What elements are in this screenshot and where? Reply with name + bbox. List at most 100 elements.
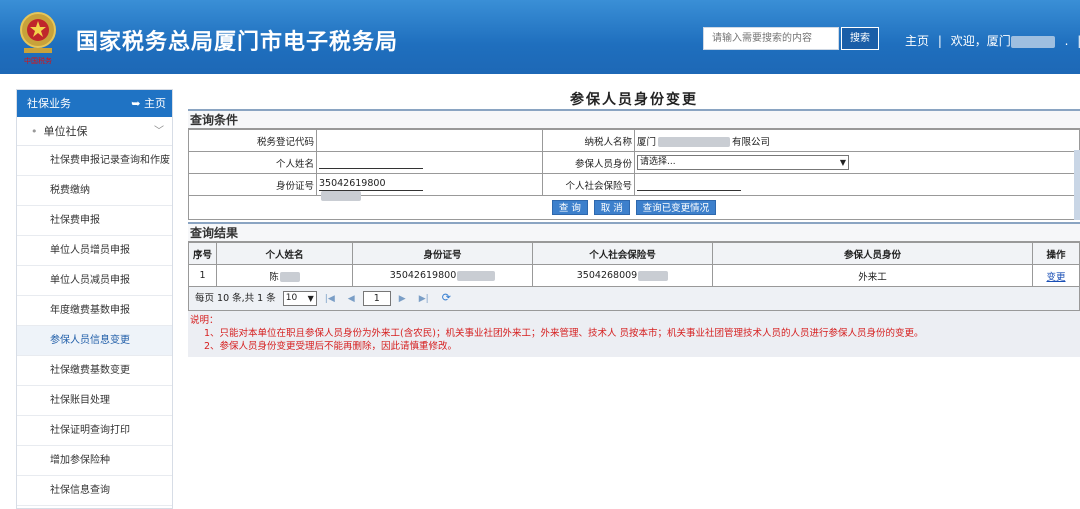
redacted-block [658, 137, 731, 147]
svg-text:中国税务: 中国税务 [24, 56, 52, 65]
sidebar-item[interactable]: 社保费申报 [17, 206, 172, 236]
notes-title: 说明： [190, 315, 219, 326]
sidebar-header: 社保业务 ➥ 主页 [17, 90, 172, 117]
id-no-cell: 35042619800 [316, 173, 543, 201]
column-header: 序号 [188, 242, 217, 265]
column-header: 参保人员身份 [712, 242, 1033, 265]
redacted-block [1010, 35, 1055, 48]
redacted-block [279, 272, 300, 282]
cancel-button[interactable]: 取 消 [593, 200, 630, 215]
taxpayer-name-label: 纳税人名称 [542, 129, 635, 152]
query-button[interactable]: 查 询 [551, 200, 588, 215]
sidebar-home-label: 主页 [144, 97, 166, 110]
note-item: 2、参保人员身份变更受理后不能再删除，因此请慎重修改。 [204, 341, 458, 352]
identity-select-value: 请选择... [640, 157, 676, 167]
taxpayer-name-value: 厦门 有限公司 [634, 129, 1080, 152]
pager: 每页 10 条,共 1 条 10 ▼ |◀ ◀ 1 ▶ ▶| ⟳ [188, 287, 1080, 311]
chevron-down-icon: ﹀ [154, 126, 164, 137]
site-title: 国家税务总局厦门市电子税务局 [76, 30, 399, 55]
page-number-input[interactable]: 1 [362, 291, 391, 306]
sidebar-item[interactable]: 年度缴费基数申报 [17, 296, 172, 326]
page-title: 参保人员身份变更 [188, 89, 1080, 111]
page-size-select[interactable]: 10 ▼ [282, 291, 317, 306]
table-header-row: 序号 个人姓名 身份证号 个人社会保险号 参保人员身份 操作 [188, 242, 1080, 265]
sidebar-item[interactable]: 税费缴纳 [17, 176, 172, 206]
chevron-down-icon: ▼ [307, 294, 314, 303]
sidebar-item[interactable]: 社保费申报记录查询和作废 [17, 146, 172, 176]
id-no-input[interactable]: 35042619800 [319, 178, 423, 201]
next-page-icon[interactable]: ▶ [399, 288, 406, 310]
identity-cell: 请选择... ▼ [634, 151, 1080, 174]
cell-ss-no-text: 35042680​09 [576, 270, 638, 281]
sidebar-item[interactable]: 单位人员减员申报 [17, 266, 172, 296]
person-name-cell [316, 151, 543, 174]
prev-page-icon[interactable]: ◀ [348, 288, 355, 310]
query-section-title: 查询条件 [188, 111, 1080, 129]
search-input[interactable] [703, 27, 839, 50]
table-row: 1 陈 35042619800 35042680​09 外来工 变更 [188, 264, 1080, 287]
taxpayer-name-prefix: 厦门 [637, 136, 657, 148]
column-header: 身份证号 [352, 242, 533, 265]
sidebar-item[interactable]: 增加参保险种 [17, 446, 172, 476]
chevron-down-icon: ▼ [839, 158, 846, 167]
tax-code-value [316, 129, 543, 152]
query-form: 税务登记代码 纳税人名称 厦门 有限公司 个人姓名 参保人员身份 请选择... ▼ … [188, 129, 1080, 201]
change-link[interactable]: 变更 [1046, 272, 1065, 283]
sidebar-item[interactable]: 社保账目处理 [17, 386, 172, 416]
cell-ss-no: 35042680​09 [532, 264, 713, 287]
redacted-block [638, 270, 669, 281]
note-item: 1、只能对本单位在职且参保人员身份为外来工(含农民)；机关事业社团外来工；外来管… [204, 328, 924, 339]
sidebar-item[interactable]: 社保信息查询 [17, 476, 172, 506]
side-tab-handle[interactable] [1074, 150, 1080, 220]
sidebar-title: 社保业务 [27, 97, 71, 110]
home-link[interactable]: 主页 [905, 34, 929, 48]
cell-name-text: 陈 [269, 271, 279, 283]
welcome-text: 欢迎，厦门 [950, 34, 1011, 48]
person-name-input[interactable] [319, 156, 423, 169]
first-page-icon[interactable]: |◀ [325, 288, 335, 310]
sidebar-group-unit-social[interactable]: • 单位社保 ﹀ [17, 117, 172, 146]
sidebar-item[interactable]: 单位人员增员申报 [17, 236, 172, 266]
redacted-block [457, 270, 496, 281]
page-size-value: 10 [285, 293, 298, 303]
sidebar-item[interactable]: 社保缴费基数变更 [17, 356, 172, 386]
back-arrow-icon: ➥ [131, 97, 141, 110]
sidebar-home-link[interactable]: ➥ 主页 [131, 90, 166, 117]
last-page-icon[interactable]: ▶| [419, 288, 429, 310]
sidebar-item-active[interactable]: 参保人员信息变更 [17, 326, 172, 356]
redacted-block [321, 190, 361, 201]
ss-no-label: 个人社会保险号 [542, 173, 635, 196]
result-table: 序号 个人姓名 身份证号 个人社会保险号 参保人员身份 操作 1 陈 35042… [188, 242, 1080, 287]
id-no-value: 35042619800 [319, 178, 386, 189]
separator: | [937, 34, 942, 48]
cell-id-no: 35042619800 [352, 264, 533, 287]
sidebar: 社保业务 ➥ 主页 • 单位社保 ﹀ 社保费申报记录查询和作废 税费缴纳 社保费申… [16, 89, 173, 509]
identity-label: 参保人员身份 [542, 151, 635, 174]
bullet-icon: • [31, 125, 38, 138]
id-no-label: 身份证号 [188, 173, 317, 196]
ss-no-cell [634, 173, 1080, 196]
welcome-tail: . [1064, 34, 1069, 48]
search-button[interactable]: 搜索 [841, 27, 879, 50]
refresh-icon[interactable]: ⟳ [442, 287, 451, 309]
cell-name: 陈 [216, 264, 353, 287]
column-header: 个人姓名 [216, 242, 353, 265]
top-links: 主页 | 欢迎，厦门 . | 退出 [905, 32, 1080, 49]
cell-id-no-text: 35042619800 [389, 270, 457, 281]
query-changed-button[interactable]: 查询已变更情况 [635, 200, 717, 215]
column-header: 操作 [1032, 242, 1080, 265]
header-bar: 中国税务 国家税务总局厦门市电子税务局 搜索 主页 | 欢迎，厦门 . | 退出 [0, 0, 1080, 74]
sidebar-item[interactable]: 社保证明查询打印 [17, 416, 172, 446]
pager-summary: 每页 10 条,共 1 条 [195, 293, 276, 304]
column-header: 个人社会保险号 [532, 242, 713, 265]
tax-code-label: 税务登记代码 [188, 129, 317, 152]
cell-no: 1 [188, 264, 217, 287]
identity-select[interactable]: 请选择... ▼ [637, 155, 849, 170]
sidebar-group-label: 单位社保 [43, 125, 88, 138]
main-panel: 参保人员身份变更 查询条件 税务登记代码 纳税人名称 厦门 有限公司 个人姓名 参… [188, 89, 1080, 509]
taxpayer-name-suffix: 有限公司 [732, 136, 771, 148]
ss-no-input[interactable] [637, 178, 741, 191]
sidebar-items: 社保费申报记录查询和作废 税费缴纳 社保费申报 单位人员增员申报 单位人员减员申… [17, 146, 172, 506]
notes: 说明： 1、只能对本单位在职且参保人员身份为外来工(含农民)；机关事业社团外来工… [188, 311, 1080, 357]
result-section-title: 查询结果 [188, 224, 1080, 242]
